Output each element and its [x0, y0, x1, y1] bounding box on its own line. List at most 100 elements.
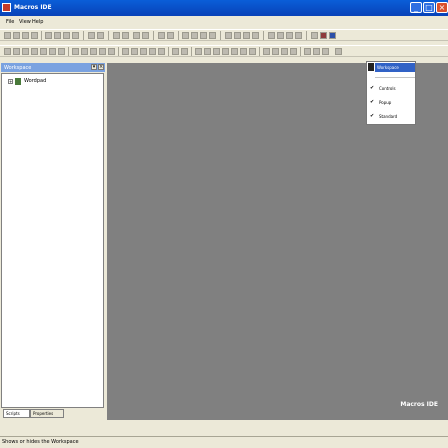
- dropdown-item-workspace[interactable]: Workspace: [375, 63, 415, 72]
- align-center-icon[interactable]: [277, 32, 284, 39]
- center-vertical-icon[interactable]: [290, 48, 297, 55]
- comment-icon[interactable]: [133, 32, 140, 39]
- menu-help[interactable]: Help: [32, 19, 43, 25]
- test-dialog-icon[interactable]: [322, 48, 329, 55]
- indent-icon[interactable]: [113, 32, 120, 39]
- same-width-icon[interactable]: [231, 48, 238, 55]
- dropdown-item-label: Popup: [379, 100, 392, 105]
- workspace-panel-header[interactable]: Workspace ▾ ×: [1, 63, 105, 72]
- find-icon[interactable]: [182, 32, 189, 39]
- paste-icon[interactable]: [63, 32, 70, 39]
- move-up-icon[interactable]: [195, 48, 202, 55]
- workspace-icon: [368, 63, 374, 71]
- stop-icon[interactable]: [167, 32, 174, 39]
- clear-bookmarks-icon[interactable]: [252, 32, 259, 39]
- center-horizontal-icon[interactable]: [281, 48, 288, 55]
- outdent-icon[interactable]: [122, 32, 129, 39]
- groupbox-tool-icon[interactable]: [31, 48, 38, 55]
- delete-icon[interactable]: [72, 32, 79, 39]
- date-tool-icon[interactable]: [172, 48, 179, 55]
- save-icon[interactable]: [22, 32, 29, 39]
- send-back-icon[interactable]: [222, 48, 229, 55]
- customize-toolbar-icon[interactable]: [335, 48, 342, 55]
- save-all-icon[interactable]: [31, 32, 38, 39]
- copy-icon[interactable]: [54, 32, 61, 39]
- listbox-tool-icon[interactable]: [81, 48, 88, 55]
- title-bar[interactable]: Macros IDE _ □ ×: [0, 0, 448, 16]
- image-tool-icon[interactable]: [99, 48, 106, 55]
- space-horizontal-icon[interactable]: [263, 48, 270, 55]
- pointer-icon[interactable]: [4, 48, 11, 55]
- textbox-tool-icon[interactable]: [22, 48, 29, 55]
- redo-icon[interactable]: [97, 32, 104, 39]
- radio-tool-icon[interactable]: [58, 48, 65, 55]
- toolbar-separator: [83, 31, 84, 40]
- dropdown-item-controls[interactable]: ✔ Controls: [368, 84, 414, 93]
- progress-tool-icon[interactable]: [131, 48, 138, 55]
- dropdown-item-label: Controls: [379, 86, 396, 91]
- menu-separator: [375, 77, 415, 78]
- align-right-icon[interactable]: [286, 32, 293, 39]
- combobox-tool-icon[interactable]: [72, 48, 79, 55]
- minimize-button[interactable]: _: [410, 2, 422, 13]
- find-previous-icon[interactable]: [200, 32, 207, 39]
- menu-view[interactable]: View: [19, 19, 31, 25]
- calendar-tool-icon[interactable]: [181, 48, 188, 55]
- toolbar-separator: [300, 47, 301, 56]
- dropdown-item-standard[interactable]: ✔ Standard: [368, 112, 414, 121]
- expand-icon[interactable]: +: [8, 79, 13, 84]
- bring-front-icon[interactable]: [213, 48, 220, 55]
- menu-bar: File View Help: [0, 17, 448, 27]
- toolbar-separator: [306, 31, 307, 40]
- treeview-tool-icon[interactable]: [158, 48, 165, 55]
- tabs-tool-icon[interactable]: [122, 48, 129, 55]
- open-icon[interactable]: [13, 32, 20, 39]
- replace-icon[interactable]: [209, 32, 216, 39]
- find-next-icon[interactable]: [191, 32, 198, 39]
- lock-controls-icon[interactable]: [313, 48, 320, 55]
- align-top-icon[interactable]: [295, 32, 302, 39]
- previous-bookmark-icon[interactable]: [243, 32, 250, 39]
- checkbox-tool-icon[interactable]: [49, 48, 56, 55]
- toolbar-separator: [153, 31, 154, 40]
- tab-scripts[interactable]: Scripts: [3, 409, 30, 418]
- toolbar-separator: [108, 31, 109, 40]
- same-height-icon[interactable]: [240, 48, 247, 55]
- same-size-icon[interactable]: [249, 48, 256, 55]
- workspace-tree[interactable]: + Wordpad: [1, 73, 104, 408]
- scrollbar-tool-icon[interactable]: [90, 48, 97, 55]
- space-vertical-icon[interactable]: [272, 48, 279, 55]
- toolbar-separator: [178, 31, 179, 40]
- move-down-icon[interactable]: [204, 48, 211, 55]
- spinner-tool-icon[interactable]: [149, 48, 156, 55]
- button-tool-icon[interactable]: [40, 48, 47, 55]
- toolbar-separator: [41, 31, 42, 40]
- new-icon[interactable]: [4, 32, 11, 39]
- menu-file[interactable]: File: [6, 19, 14, 25]
- timer-tool-icon[interactable]: [108, 48, 115, 55]
- label-tool-icon[interactable]: [13, 48, 20, 55]
- uncomment-icon[interactable]: [142, 32, 149, 39]
- record-icon[interactable]: [320, 32, 327, 39]
- slider-tool-icon[interactable]: [140, 48, 147, 55]
- grid-icon[interactable]: [311, 32, 318, 39]
- help-icon[interactable]: [329, 32, 336, 39]
- toggle-bookmark-icon[interactable]: [225, 32, 232, 39]
- status-bar: Shows or hides the Workspace: [0, 436, 448, 448]
- cut-icon[interactable]: [45, 32, 52, 39]
- toolbar-separator: [220, 31, 221, 40]
- panel-tabs: Scripts Properties: [1, 409, 105, 419]
- panel-close-icon[interactable]: ×: [98, 64, 104, 70]
- close-button[interactable]: ×: [436, 2, 448, 13]
- panel-dropdown-icon[interactable]: ▾: [91, 64, 97, 70]
- tab-properties[interactable]: Properties: [30, 409, 64, 418]
- tab-order-icon[interactable]: [304, 48, 311, 55]
- dropdown-item-popup[interactable]: ✔ Popup: [368, 98, 414, 107]
- align-left-icon[interactable]: [268, 32, 275, 39]
- macro-icon: [15, 78, 21, 85]
- maximize-button[interactable]: □: [423, 2, 435, 13]
- standard-toolbar: [0, 29, 448, 41]
- run-icon[interactable]: [158, 32, 165, 39]
- next-bookmark-icon[interactable]: [234, 32, 241, 39]
- undo-icon[interactable]: [88, 32, 95, 39]
